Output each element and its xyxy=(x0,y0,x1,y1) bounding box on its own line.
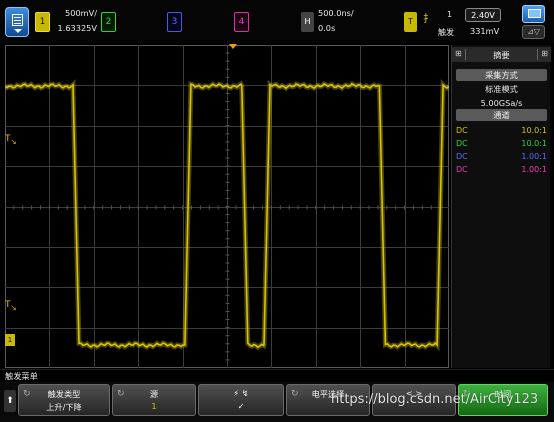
channel-row: DC 1.00:1 xyxy=(456,164,547,175)
trigger-level-marker[interactable]: T↘ xyxy=(5,134,17,146)
panel-header: ⊞ 摘要 ⊞ xyxy=(452,47,551,62)
channel-3-button[interactable]: 3 xyxy=(167,12,182,32)
back-icon[interactable]: ⬆ xyxy=(4,390,16,412)
menu-icon xyxy=(12,14,23,26)
timebase-value: 500.0ns/ xyxy=(318,8,354,18)
trigger-position-marker[interactable] xyxy=(229,44,237,49)
trigger-button[interactable]: T xyxy=(404,12,417,32)
graticule xyxy=(3,44,451,368)
waveform-display[interactable] xyxy=(3,44,451,368)
display-icon[interactable] xyxy=(522,5,545,23)
channel-probe-ratio: 10.0:1 xyxy=(521,139,547,148)
channel-row: DC 1.00:1 xyxy=(456,151,547,162)
status-bar: 1 500mV/ 1.63325V 2 3 4 H 500.0ns/ 0.0s … xyxy=(0,0,554,43)
channel-row: DC 10.0:1 xyxy=(456,138,547,149)
slope-softkey[interactable]: ⚡ ↯ ✓ xyxy=(198,384,284,416)
ch1-offset: 1.63325V xyxy=(57,23,97,33)
ch1-scale: 500mV/ xyxy=(65,8,97,18)
trigger-level[interactable]: 2.40V xyxy=(465,8,501,22)
summary-panel: ⊞ 摘要 ⊞ 采集方式 标准模式 5.00GSa/s 通道 DC 10.0:1 DC… xyxy=(451,45,551,368)
channel-probe-ratio: 1.00:1 xyxy=(521,152,547,161)
source-softkey[interactable]: ↻ 源 1 xyxy=(112,384,196,416)
main-menu-button[interactable] xyxy=(5,7,29,37)
channel-probe-ratio: 1.00:1 xyxy=(521,165,547,174)
channel-coupling: DC xyxy=(456,139,468,148)
trigger-edge-icon: 扌 xyxy=(423,14,433,25)
softkey-label: ⚡ ↯ xyxy=(233,388,249,398)
oscilloscope-screen: 1 500mV/ 1.63325V 2 3 4 H 500.0ns/ 0.0s … xyxy=(0,0,554,422)
softkey-menu-title: 触发菜单 xyxy=(0,369,554,382)
channel-row: DC 10.0:1 xyxy=(456,125,547,136)
trigger-level-marker-2[interactable]: T↘ xyxy=(5,300,17,312)
channels-label: 通道 xyxy=(456,109,547,121)
softkey-label: 源 xyxy=(149,389,159,399)
ch1-ground-marker[interactable]: 1 xyxy=(5,334,15,346)
trigger-level-secondary: 331mV xyxy=(470,26,500,36)
channel-coupling: DC xyxy=(456,165,468,174)
sample-rate: 5.00GSa/s xyxy=(480,98,523,108)
trigger-label: 触发 xyxy=(438,28,454,37)
watermark-text: https://blog.csdn.net/AirCity123 xyxy=(331,392,539,407)
delay-value: 0.0s xyxy=(318,23,336,33)
channel-coupling: DC xyxy=(456,126,468,135)
trigger-source: 1 xyxy=(447,10,453,19)
acquisition-mode: 标准模式 xyxy=(485,84,518,94)
channel-4-button[interactable]: 4 xyxy=(234,12,249,32)
softkey-value: 上升/下降 xyxy=(46,402,82,412)
channel-1-button[interactable]: 1 xyxy=(35,12,50,32)
trigger-type-softkey[interactable]: ↻ 触发类型 上升/下降 xyxy=(18,384,110,416)
softkey-label: 触发类型 xyxy=(47,389,81,399)
chevron-down-icon xyxy=(14,29,22,33)
softkey-value: ✓ xyxy=(237,401,245,411)
channel-coupling: DC xyxy=(456,152,468,161)
acquisition-label: 采集方式 xyxy=(456,69,547,81)
channel-2-button[interactable]: 2 xyxy=(101,12,116,32)
measure-icon[interactable]: ⊿▽ xyxy=(522,25,545,39)
softkey-value: 1 xyxy=(151,401,157,411)
channel-probe-ratio: 10.0:1 xyxy=(521,126,547,135)
horizontal-button[interactable]: H xyxy=(301,12,314,32)
panel-right-icon[interactable]: ⊞ xyxy=(541,49,548,58)
